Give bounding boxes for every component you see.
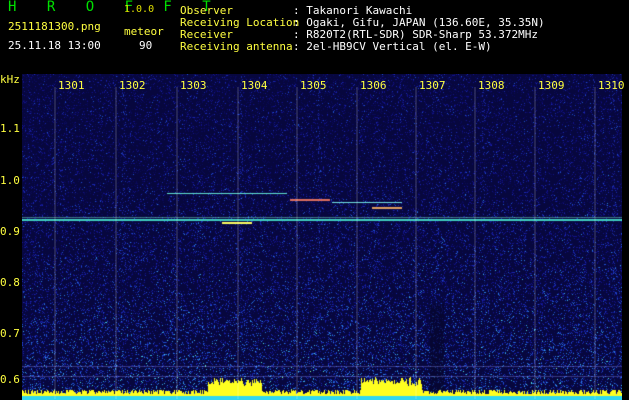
minute-gridline [54, 87, 56, 399]
spectrogram-plot[interactable] [22, 74, 622, 400]
x-tick-label: 1301 [58, 79, 85, 92]
minute-gridline [356, 87, 358, 399]
x-tick-label: 1304 [241, 79, 268, 92]
x-tick-label: 1303 [180, 79, 207, 92]
y-tick-label: 1.0 [0, 174, 20, 187]
minute-gridline [534, 87, 536, 399]
minute-gridline [237, 87, 239, 399]
y-tick-label: 0.6 [0, 373, 20, 386]
minute-gridline [176, 87, 178, 399]
antenna-value: : 2el-HB9CV Vertical (el. E-W) [293, 40, 492, 53]
x-tick-label: 1308 [478, 79, 505, 92]
mode-label: meteor [124, 25, 164, 38]
minute-gridline [296, 87, 298, 399]
header-panel: H R O F F T 1.0.0 2511181300.png meteor … [0, 0, 629, 72]
x-tick-label: 1307 [419, 79, 446, 92]
x-tick-label: 1302 [119, 79, 146, 92]
spectrogram-canvas [22, 74, 622, 400]
x-tick-label: 1306 [360, 79, 387, 92]
y-axis-unit: kHz [0, 73, 20, 86]
minute-gridline [474, 87, 476, 399]
x-tick-label: 1309 [538, 79, 565, 92]
minute-gridline [415, 87, 417, 399]
minute-gridline [115, 87, 117, 399]
count-label: 90 [139, 39, 153, 52]
x-tick-label: 1305 [300, 79, 327, 92]
y-tick-label: 0.7 [0, 327, 20, 340]
y-tick-label: 0.9 [0, 225, 20, 238]
x-tick-label: 1310 [598, 79, 625, 92]
y-tick-label: 1.1 [0, 122, 20, 135]
y-tick-label: 0.8 [0, 276, 20, 289]
antenna-label: Receiving antenna [180, 40, 293, 53]
minute-gridline [594, 87, 596, 399]
app-version: 1.0.0 [124, 4, 155, 15]
datetime-label: 25.11.18 13:00 [8, 39, 101, 52]
filename-label: 2511181300.png [8, 20, 101, 33]
